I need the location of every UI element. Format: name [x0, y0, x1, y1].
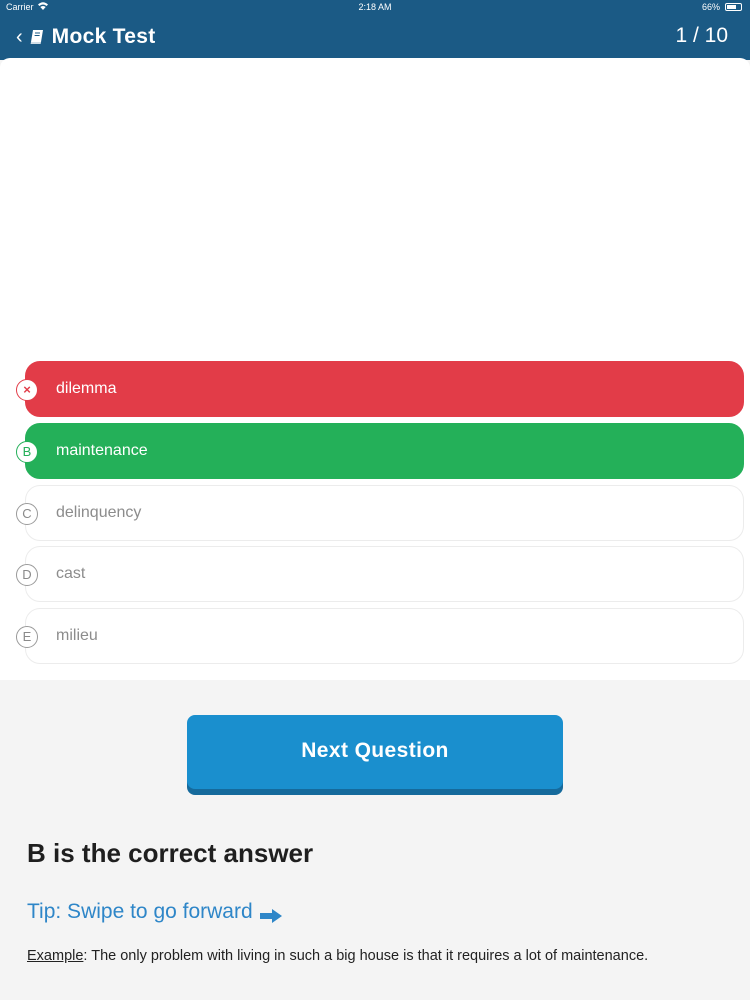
- option-label: milieu: [56, 627, 98, 644]
- option-d[interactable]: D cast: [16, 546, 744, 602]
- app-header: Carrier 2:18 AM 66% ‹ Mock Test 1 / 10: [0, 0, 750, 60]
- option-a[interactable]: × dilemma: [16, 361, 744, 417]
- example-sentence: Example: The only problem with living in…: [27, 948, 648, 964]
- back-button[interactable]: ‹ Mock Test: [16, 23, 156, 51]
- status-bar: Carrier 2:18 AM 66%: [0, 0, 750, 16]
- result-heading: B is the correct answer: [27, 838, 314, 868]
- question-card: × dilemma B maintenance C delinquency D …: [0, 58, 750, 680]
- option-label: dilemma: [56, 380, 117, 397]
- next-question-button[interactable]: Next Question: [187, 715, 563, 789]
- arrow-right-icon: [259, 905, 282, 923]
- option-label: delinquency: [56, 504, 142, 521]
- battery-icon: [725, 3, 742, 11]
- option-b[interactable]: B maintenance: [16, 423, 744, 479]
- book-icon: [29, 29, 45, 45]
- option-label: cast: [56, 565, 86, 582]
- option-marker: C: [16, 503, 38, 525]
- example-text: : The only problem with living in such a…: [83, 948, 649, 964]
- chevron-left-icon: ‹: [16, 26, 23, 48]
- option-label: maintenance: [56, 442, 148, 459]
- swipe-tip: Tip: Swipe to go forward: [27, 900, 282, 924]
- option-e[interactable]: E milieu: [16, 608, 744, 664]
- option-marker: D: [16, 564, 38, 586]
- nav-bar: ‹ Mock Test 1 / 10: [0, 22, 750, 52]
- page-title: Mock Test: [51, 25, 156, 48]
- option-marker-wrong: ×: [16, 379, 38, 401]
- option-marker: B: [16, 441, 38, 463]
- question-progress: 1 / 10: [675, 24, 728, 47]
- tip-text: Tip: Swipe to go forward: [27, 900, 253, 923]
- battery-percent: 66%: [701, 2, 720, 12]
- option-c[interactable]: C delinquency: [16, 485, 744, 541]
- option-marker: E: [16, 626, 38, 648]
- status-time: 2:18 AM: [358, 2, 392, 12]
- example-label: Example: [27, 948, 84, 964]
